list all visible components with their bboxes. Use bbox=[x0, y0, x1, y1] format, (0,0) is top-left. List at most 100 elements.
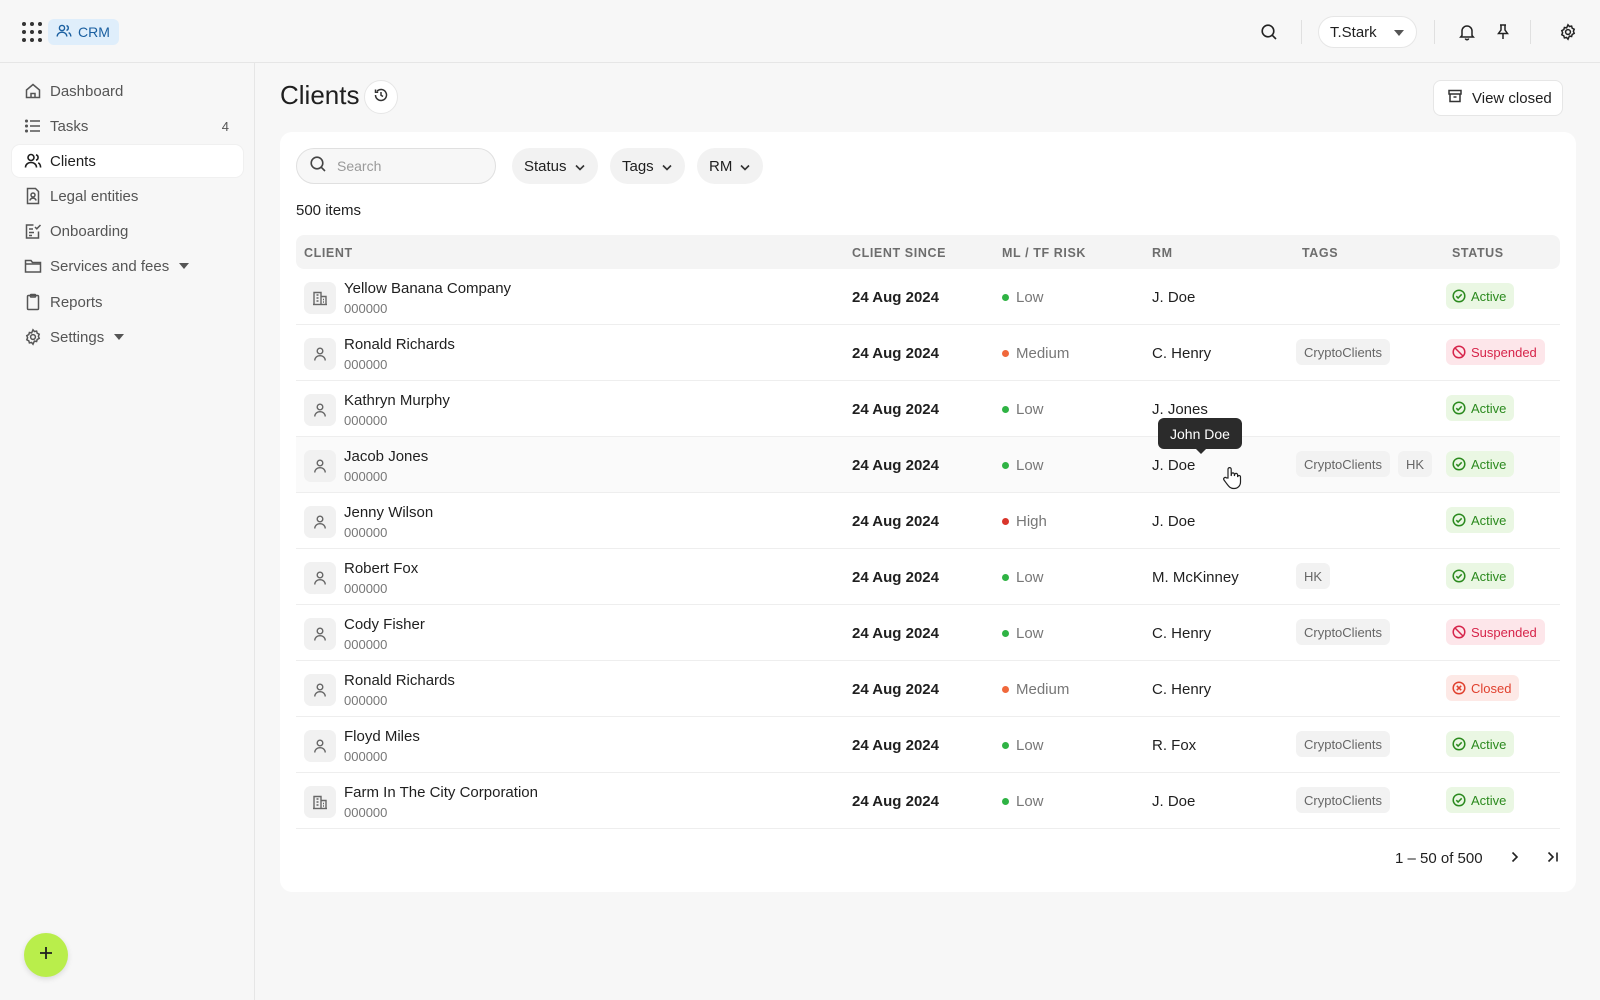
items-count: 500 items bbox=[296, 202, 362, 219]
tags-list: CryptoClients bbox=[1296, 619, 1391, 645]
client-id: 000000 bbox=[344, 581, 388, 596]
sidebar: Dashboard Tasks 4 Clients Legal entities… bbox=[0, 63, 255, 1000]
search-icon bbox=[309, 155, 327, 178]
person-icon bbox=[304, 450, 336, 482]
risk-level: Low bbox=[1002, 457, 1044, 474]
sidebar-item-services-and-fees[interactable]: Services and fees bbox=[12, 250, 243, 282]
status-label: Active bbox=[1471, 568, 1507, 584]
create-button[interactable] bbox=[24, 933, 68, 977]
column-header-rm[interactable]: RM bbox=[1152, 246, 1173, 260]
client-since: 24 Aug 2024 bbox=[852, 401, 939, 418]
status-label: Closed bbox=[1471, 680, 1512, 696]
client-name[interactable]: Yellow Banana Company bbox=[344, 280, 511, 297]
status-badge: Closed bbox=[1446, 675, 1520, 701]
client-name[interactable]: Ronald Richards bbox=[344, 336, 455, 353]
search-field[interactable] bbox=[296, 148, 496, 184]
table-row[interactable]: Ronald Richards 000000 24 Aug 2024 Medium C.… bbox=[296, 325, 1560, 381]
table-row[interactable]: Jacob Jones 000000 24 Aug 2024 Low J. Doe Cry… bbox=[296, 437, 1560, 493]
chevron-down-icon bbox=[662, 158, 672, 175]
page-title: Clients bbox=[280, 80, 360, 110]
last-page-button[interactable] bbox=[1542, 848, 1564, 870]
client-id: 000000 bbox=[344, 637, 388, 652]
relationship-manager[interactable]: C. Henry bbox=[1152, 625, 1211, 642]
sidebar-item-dashboard[interactable]: Dashboard bbox=[12, 75, 243, 107]
risk-dot-icon bbox=[1002, 350, 1009, 357]
tags-list: HK bbox=[1296, 563, 1331, 589]
client-id: 000000 bbox=[344, 301, 388, 316]
risk-dot-icon bbox=[1002, 518, 1009, 525]
risk-dot-icon bbox=[1002, 630, 1009, 637]
risk-level: Low bbox=[1002, 401, 1044, 418]
client-name[interactable]: Jenny Wilson bbox=[344, 504, 433, 521]
client-name[interactable]: Jacob Jones bbox=[344, 448, 428, 465]
tags-filter-dropdown[interactable]: Tags bbox=[610, 148, 685, 184]
relationship-manager[interactable]: C. Henry bbox=[1152, 681, 1211, 698]
sidebar-item-tasks[interactable]: Tasks 4 bbox=[12, 110, 243, 142]
relationship-manager[interactable]: J. Doe bbox=[1152, 793, 1195, 810]
history-button[interactable] bbox=[364, 80, 398, 114]
relationship-manager[interactable]: J. Jones bbox=[1152, 401, 1208, 418]
table-row[interactable]: Robert Fox 000000 24 Aug 2024 Low M. McKinne… bbox=[296, 549, 1560, 605]
tag-chip: CryptoClients bbox=[1296, 619, 1391, 645]
gear-icon[interactable] bbox=[1557, 21, 1579, 43]
table-row[interactable]: Jenny Wilson 000000 24 Aug 2024 High J. Doe A… bbox=[296, 493, 1560, 549]
relationship-manager[interactable]: R. Fox bbox=[1152, 737, 1196, 754]
users-icon bbox=[56, 24, 72, 41]
client-name[interactable]: Robert Fox bbox=[344, 560, 418, 577]
next-page-button[interactable] bbox=[1504, 848, 1526, 870]
bell-icon[interactable] bbox=[1456, 21, 1478, 43]
tag-chip: CryptoClients bbox=[1296, 731, 1391, 757]
sidebar-item-clients[interactable]: Clients bbox=[12, 145, 243, 177]
sidebar-item-onboarding[interactable]: Onboarding bbox=[12, 215, 243, 247]
risk-dot-icon bbox=[1002, 798, 1009, 805]
user-menu-select[interactable]: T.Stark bbox=[1318, 16, 1417, 48]
client-name[interactable]: Farm In The City Corporation bbox=[344, 784, 538, 801]
person-icon bbox=[304, 338, 336, 370]
table-row[interactable]: Farm In The City Corporation 000000 24 Aug… bbox=[296, 773, 1560, 829]
search-input[interactable] bbox=[337, 158, 477, 174]
folder-icon bbox=[24, 257, 42, 275]
sidebar-item-settings[interactable]: Settings bbox=[12, 321, 243, 353]
status-badge: Active bbox=[1446, 507, 1515, 533]
risk-level: Low bbox=[1002, 289, 1044, 306]
app-switcher-crm[interactable]: CRM bbox=[48, 19, 119, 45]
status-active-icon bbox=[1452, 401, 1466, 415]
tag-chip: CryptoClients bbox=[1296, 451, 1391, 477]
column-header-risk[interactable]: ML / TF RISK bbox=[1002, 246, 1086, 260]
relationship-manager[interactable]: C. Henry bbox=[1152, 345, 1211, 362]
sidebar-item-label: Clients bbox=[50, 152, 96, 170]
relationship-manager[interactable]: J. Doe bbox=[1152, 289, 1195, 306]
client-name[interactable]: Ronald Richards bbox=[344, 672, 455, 689]
table-row[interactable]: Cody Fisher 000000 24 Aug 2024 Low C. Henry C… bbox=[296, 605, 1560, 661]
sidebar-item-reports[interactable]: Reports bbox=[12, 286, 243, 318]
client-since: 24 Aug 2024 bbox=[852, 289, 939, 306]
table-row[interactable]: Floyd Miles 000000 24 Aug 2024 Low R. Fox Cry… bbox=[296, 717, 1560, 773]
relationship-manager[interactable]: J. Doe bbox=[1152, 513, 1195, 530]
client-name[interactable]: Kathryn Murphy bbox=[344, 392, 450, 409]
client-name[interactable]: Cody Fisher bbox=[344, 616, 425, 633]
rm-filter-dropdown[interactable]: RM bbox=[697, 148, 764, 184]
risk-label: Medium bbox=[1016, 681, 1070, 698]
pin-icon[interactable] bbox=[1492, 21, 1514, 43]
view-closed-button[interactable]: View closed bbox=[1433, 80, 1563, 116]
relationship-manager[interactable]: J. Doe bbox=[1152, 457, 1195, 474]
status-filter-dropdown[interactable]: Status bbox=[512, 148, 598, 184]
tags-list: CryptoClients bbox=[1296, 787, 1391, 813]
table-row[interactable]: Kathryn Murphy 000000 24 Aug 2024 Low J. Jon… bbox=[296, 381, 1560, 437]
risk-level: Low bbox=[1002, 793, 1044, 810]
tag-chip: CryptoClients bbox=[1296, 787, 1391, 813]
client-name[interactable]: Floyd Miles bbox=[344, 728, 420, 745]
sidebar-item-label: Dashboard bbox=[50, 82, 124, 100]
column-header-status[interactable]: STATUS bbox=[1452, 246, 1504, 260]
table-row[interactable]: Yellow Banana Company 000000 24 Aug 2024 Lo… bbox=[296, 269, 1560, 325]
column-header-client[interactable]: CLIENT bbox=[304, 246, 353, 260]
column-header-tags[interactable]: TAGS bbox=[1302, 246, 1338, 260]
table-row[interactable]: Ronald Richards 000000 24 Aug 2024 Medium C.… bbox=[296, 661, 1560, 717]
apps-grid-icon[interactable] bbox=[22, 22, 42, 42]
column-header-client-since[interactable]: CLIENT SINCE bbox=[852, 246, 946, 260]
search-icon[interactable] bbox=[1258, 21, 1280, 43]
sidebar-item-legal-entities[interactable]: Legal entities bbox=[12, 180, 243, 212]
relationship-manager[interactable]: M. McKinney bbox=[1152, 569, 1239, 586]
archive-icon bbox=[1447, 88, 1463, 108]
checklist-icon bbox=[24, 222, 42, 240]
